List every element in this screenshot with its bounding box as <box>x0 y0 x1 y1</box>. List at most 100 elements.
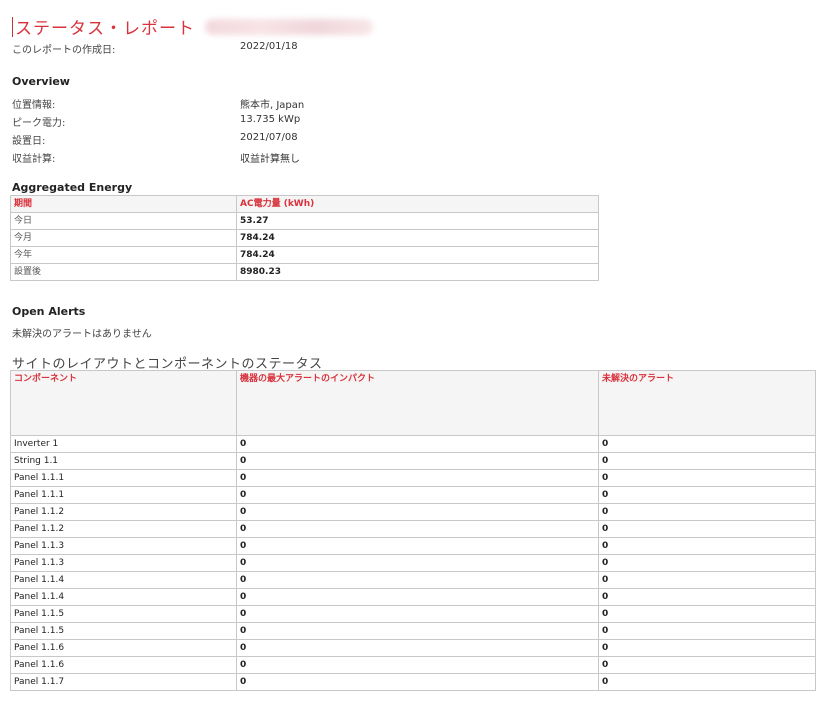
table-row: Inverter 100 <box>10 435 816 453</box>
peak-power-label: ピーク電力: <box>12 118 66 129</box>
open-alerts-cell: 0 <box>598 486 816 504</box>
open-alerts-cell: 0 <box>598 503 816 521</box>
energy-value-cell: 53.27 <box>236 212 599 230</box>
open-alerts-cell: 0 <box>598 673 816 691</box>
open-alerts-column-header: 未解決のアラート <box>598 370 816 436</box>
open-alerts-cell: 0 <box>598 452 816 470</box>
open-alerts-cell: 0 <box>598 656 816 674</box>
table-row: Panel 1.1.3 0 0 <box>10 537 816 555</box>
created-date-label: このレポートの作成日: <box>12 45 116 56</box>
open-alerts-heading: Open Alerts <box>12 305 86 318</box>
table-row: Panel 1.1.2 0 0 <box>10 503 816 521</box>
ac-energy-column-header: AC電力量 (kWh) <box>236 195 599 213</box>
open-alerts-cell: 0 <box>598 639 816 657</box>
energy-value-cell: 8980.23 <box>236 263 599 281</box>
open-alerts-cell: 0 <box>598 537 816 555</box>
components-table-body: Inverter 1 0 0 String 1.1 0 0 Panel 1.1.1 0 0 Pan… <box>10 435 816 691</box>
table-row: Panel 1.1.1 0 0 <box>10 486 816 504</box>
peak-power-value: 13.735 kWp <box>240 114 301 125</box>
table-row: Panel 1.1.1 0 0 <box>10 469 816 487</box>
component-name-cell: Panel 1.1.5 <box>10 622 237 640</box>
open-alerts-cell: 0 <box>598 554 816 572</box>
table-row: Panel 1.1.4 0 0 <box>10 588 816 606</box>
component-name-cell: Panel 1.1.3 <box>10 554 237 572</box>
no-alerts-text: 未解決のアラートはありません <box>12 329 152 340</box>
table-row: 今年 784.24 <box>10 246 599 264</box>
install-date-row: 設置日: 2021/07/08 <box>12 132 298 147</box>
created-date-row: このレポートの作成日: 2022/01/18 <box>12 41 298 56</box>
impact-cell: 0 <box>236 435 599 453</box>
impact-cell: 0 <box>236 622 599 640</box>
open-alerts-cell: 0 <box>598 588 816 606</box>
revenue-value: 収益計算無し <box>240 154 300 165</box>
impact-cell: 0 <box>236 452 599 470</box>
energy-table: 期間 AC電力量 (kWh) 今日 53.27 今月 784.24 今年 784… <box>10 195 599 281</box>
impact-cell: 0 <box>236 639 599 657</box>
peak-power-row: ピーク電力: 13.735 kWp <box>12 114 300 129</box>
open-alerts-cell: 0 <box>598 571 816 589</box>
energy-header-row: 期間 AC電力量 (kWh) <box>10 195 599 213</box>
component-name-cell: Panel 1.1.6 <box>10 639 237 657</box>
install-date-label: 設置日: <box>12 136 46 147</box>
component-name-cell: Panel 1.1.2 <box>10 503 237 521</box>
location-row: 位置情報: 熊本市, Japan <box>12 96 304 111</box>
table-row: 設置後 8980.23 <box>10 263 599 281</box>
component-name-cell: Panel 1.1.4 <box>10 588 237 606</box>
impact-cell: 0 <box>236 656 599 674</box>
table-row: Panel 1.1.7 0 0 <box>10 673 816 691</box>
component-name-cell: Panel 1.1.2 <box>10 520 237 538</box>
component-column-header: コンポーネント <box>10 370 237 436</box>
component-name-cell: Panel 1.1.7 <box>10 673 237 691</box>
created-date-value: 2022/01/18 <box>240 41 298 52</box>
open-alerts-cell: 0 <box>598 622 816 640</box>
impact-cell: 0 <box>236 673 599 691</box>
component-name-cell: Inverter 1 <box>10 435 237 453</box>
impact-cell: 0 <box>236 605 599 623</box>
report-title: ステータス・レポート <box>15 19 195 39</box>
table-row: Panel 1.1.6 0 0 <box>10 656 816 674</box>
report-header: ステータス・レポート <box>12 14 373 39</box>
table-row: Panel 1.1.3 0 0 <box>10 554 816 572</box>
table-row: Panel 1.1.5 0 0 <box>10 605 816 623</box>
period-cell: 今年 <box>10 246 237 264</box>
revenue-label: 収益計算: <box>12 154 56 165</box>
location-label: 位置情報: <box>12 100 56 111</box>
table-row: String 1.1 0 0 <box>10 452 816 470</box>
revenue-row: 収益計算: 収益計算無し <box>12 150 300 165</box>
period-column-header: 期間 <box>10 195 237 213</box>
energy-value-cell: 784.24 <box>236 246 599 264</box>
impact-cell: 0 <box>236 520 599 538</box>
location-value: 熊本市, Japan <box>240 100 305 111</box>
impact-cell: 0 <box>236 486 599 504</box>
table-row: Panel 1.1.6 0 0 <box>10 639 816 657</box>
component-name-cell: String 1.1 <box>10 452 237 470</box>
aggregated-energy-heading: Aggregated Energy <box>12 181 133 194</box>
component-name-cell: Panel 1.1.1 <box>10 469 237 487</box>
text-cursor <box>12 16 13 37</box>
component-name-cell: Panel 1.1.4 <box>10 571 237 589</box>
open-alerts-cell: 0 <box>598 605 816 623</box>
energy-value-cell: 784.24 <box>236 229 599 247</box>
component-name-cell: Panel 1.1.5 <box>10 605 237 623</box>
components-table: コンポーネント 機器の最大アラートのインパクト 未解決のアラート Inverte… <box>10 370 816 691</box>
impact-cell: 0 <box>236 554 599 572</box>
overview-heading: Overview <box>12 75 70 88</box>
impact-cell: 0 <box>236 571 599 589</box>
open-alerts-cell: 0 <box>598 435 816 453</box>
impact-cell: 0 <box>236 503 599 521</box>
component-name-cell: Panel 1.1.1 <box>10 486 237 504</box>
impact-cell: 0 <box>236 588 599 606</box>
open-alerts-cell: 0 <box>598 520 816 538</box>
impact-cell: 0 <box>236 537 599 555</box>
period-cell: 今月 <box>10 229 237 247</box>
redacted-site-name <box>205 18 373 35</box>
impact-cell: 0 <box>236 469 599 487</box>
period-cell: 設置後 <box>10 263 237 281</box>
table-row: Panel 1.1.2 0 0 <box>10 520 816 538</box>
table-row: Panel 1.1.5 0 0 <box>10 622 816 640</box>
install-date-value: 2021/07/08 <box>240 132 298 143</box>
table-row: 今月 784.24 <box>10 229 599 247</box>
components-header-row: コンポーネント 機器の最大アラートのインパクト 未解決のアラート <box>10 370 816 436</box>
impact-column-header: 機器の最大アラートのインパクト <box>236 370 599 436</box>
open-alerts-cell: 0 <box>598 469 816 487</box>
